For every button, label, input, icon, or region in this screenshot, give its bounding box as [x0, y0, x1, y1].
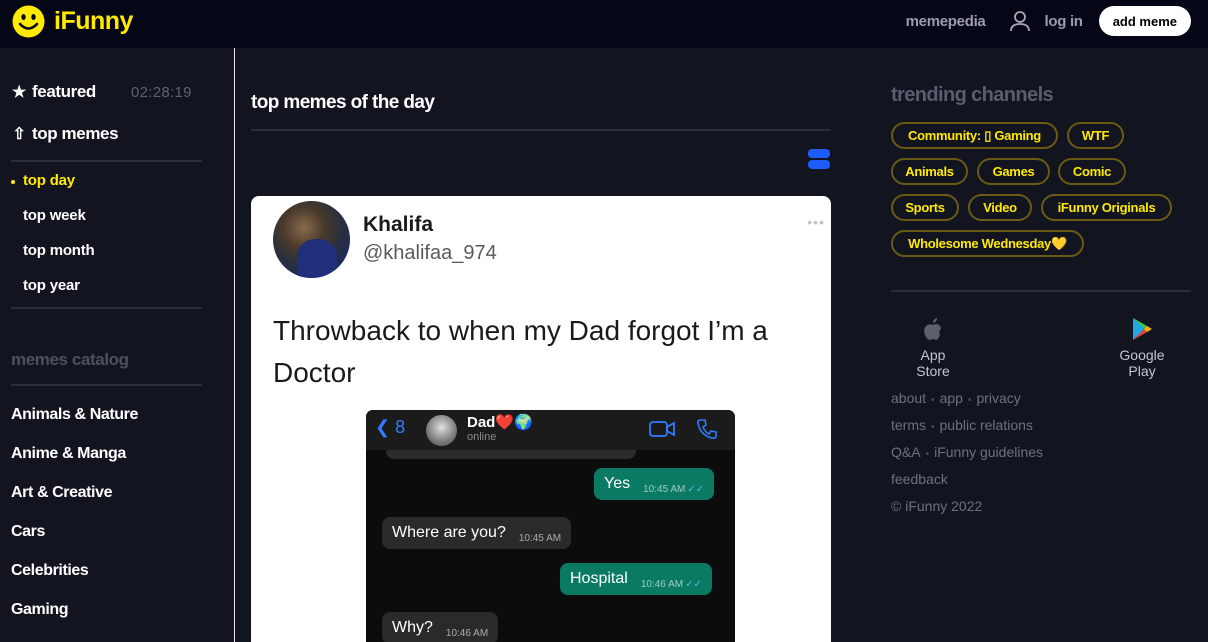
channel-chip[interactable]: Comic [1058, 158, 1126, 185]
chat-header: ❮ 8 Dad❤️🌍 online [366, 410, 735, 450]
tweet-author-handle: @khalifaa_974 [363, 242, 497, 264]
chat-bubble-in: Where are you? 10:45 AM [382, 517, 572, 549]
smiley-icon [12, 5, 45, 38]
channel-chip[interactable]: Sports [891, 194, 959, 221]
sidebar-divider [234, 48, 235, 642]
login-link[interactable]: log in [1044, 13, 1083, 30]
footer-link-privacy[interactable]: privacy [976, 390, 1020, 406]
title-divider [251, 129, 831, 131]
tweet-avatar [273, 201, 350, 278]
catalog-item-art-creative[interactable]: Art & Creative [11, 484, 113, 502]
message-time: 10:45 AM [643, 483, 686, 495]
channel-chip[interactable]: Community: ▯ Gaming [891, 122, 1058, 149]
list-view-icon[interactable] [808, 149, 830, 171]
left-sidebar: ★ featured 02:28:19 ⇧ top memes top day … [0, 48, 234, 642]
message-text: Where are you? [392, 524, 506, 541]
message-time: 10:45 AM [518, 532, 562, 544]
meme-post[interactable]: Khalifa @khalifaa_974 ••• Throwback to w… [251, 196, 831, 642]
chat-bubble-out: Hospital 10:46 AM ✓✓ [560, 563, 712, 595]
read-ticks-icon: ✓✓ [687, 483, 705, 495]
sidebar-item-top-day[interactable]: top day [23, 172, 75, 189]
video-call-icon [649, 421, 675, 437]
sidebar-item-top-year[interactable]: top year [23, 277, 80, 294]
message-time: 10:46 AM [445, 627, 489, 639]
app-store-label: App Store [916, 347, 950, 379]
memepedia-link[interactable]: memepedia [906, 13, 986, 30]
arrow-up-icon: ⇧ [12, 126, 26, 143]
chat-screenshot: ❮ 8 Dad❤️🌍 online Yes 10:45 AM ✓✓ Where … [366, 410, 735, 642]
chat-contact-name: Dad❤️🌍 [467, 414, 533, 431]
header-nav: memepedia log in add meme [906, 6, 1191, 36]
chat-back: ❮ 8 [375, 417, 405, 438]
tweet-text: Throwback to when my Dad forgot I’m a Do… [273, 315, 768, 388]
active-dot-icon [11, 180, 15, 184]
sidebar-item-top-week[interactable]: top week [23, 207, 86, 224]
divider [11, 307, 202, 309]
message-text: Why? [392, 619, 433, 636]
catalog-item-animals-nature[interactable]: Animals & Nature [11, 406, 138, 424]
chat-contact-status: online [467, 431, 497, 443]
logo-text: iFunny [54, 7, 133, 35]
page-title: top memes of the day [251, 92, 435, 113]
channel-chip[interactable]: WTF [1067, 122, 1124, 149]
back-count: 8 [395, 417, 406, 437]
catalog-item-celebrities[interactable]: Celebrities [11, 562, 89, 580]
google-play-link[interactable]: Google Play [1104, 316, 1180, 379]
message-time: 10:46 AM [640, 578, 684, 590]
footer-links: about • app • privacy terms • public relations… [891, 390, 1044, 487]
top-header: iFunny memepedia log in add meme [0, 0, 1208, 48]
ifunny-logo[interactable]: iFunny [12, 5, 133, 38]
channel-chip[interactable]: iFunny Originals [1041, 194, 1172, 221]
sidebar-item-top-month[interactable]: top month [23, 242, 95, 259]
user-icon[interactable] [1009, 10, 1031, 32]
channel-chip[interactable]: Games [977, 158, 1050, 185]
memes-catalog-title: memes catalog [11, 350, 129, 369]
footer-link-about[interactable]: about [891, 390, 926, 406]
top-memes-label: top memes [32, 124, 119, 143]
featured-timer: 02:28:19 [131, 84, 192, 101]
google-play-label: Google Play [1119, 347, 1165, 379]
footer-link-app[interactable]: app [940, 390, 963, 406]
catalog-item-gaming[interactable]: Gaming [11, 601, 69, 619]
right-divider [891, 290, 1191, 292]
app-store-link[interactable]: App Store [902, 316, 964, 379]
divider [11, 160, 202, 162]
message-text: Yes [604, 475, 631, 492]
read-ticks-icon: ✓✓ [685, 578, 702, 590]
sidebar-item-top-memes[interactable]: ⇧ top memes [11, 124, 118, 144]
featured-label: featured [32, 82, 96, 101]
add-meme-button[interactable]: add meme [1098, 6, 1191, 36]
channel-chip[interactable]: Wholesome Wednesday💛 [891, 230, 1084, 257]
google-play-icon [1133, 318, 1152, 340]
footer-link-public-relations[interactable]: public relations [940, 417, 1033, 433]
star-icon: ★ [12, 84, 26, 101]
sidebar-item-featured[interactable]: ★ featured [11, 82, 96, 102]
catalog-item-anime-manga[interactable]: Anime & Manga [11, 445, 126, 463]
more-icon: ••• [807, 214, 825, 230]
channel-chip[interactable]: Video [968, 194, 1032, 221]
copyright: © iFunny 2022 [891, 498, 983, 514]
catalog-item-cars[interactable]: Cars [11, 523, 45, 541]
chat-avatar [426, 415, 457, 446]
footer-link-qa[interactable]: Q&A [891, 444, 921, 460]
divider [11, 384, 202, 386]
chat-bubble-out: Yes 10:45 AM ✓✓ [594, 468, 715, 500]
tweet-author-name: Khalifa [363, 213, 434, 236]
trending-channels-title: trending channels [891, 84, 1054, 106]
footer-link-feedback[interactable]: feedback [891, 471, 948, 487]
phone-icon [697, 419, 717, 440]
footer-link-terms[interactable]: terms [891, 417, 926, 433]
channel-chip[interactable]: Animals [891, 158, 968, 185]
apple-icon [924, 318, 941, 340]
footer-link-guidelines[interactable]: iFunny guidelines [934, 444, 1043, 460]
chevron-left-icon: ❮ [375, 417, 391, 437]
message-text: Hospital [570, 570, 628, 587]
chat-bubble-in: Why? 10:46 AM [382, 612, 499, 642]
chat-bubble-partial [386, 450, 636, 459]
